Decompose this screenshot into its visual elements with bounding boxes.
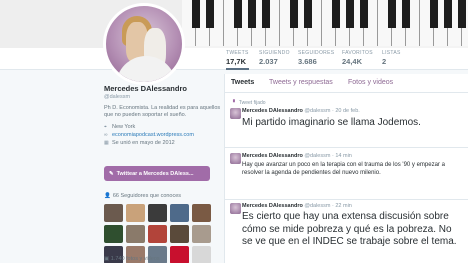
stat-label: TWEETS (226, 50, 249, 56)
tab-tweets[interactable]: Tweets (231, 79, 254, 86)
stat-value: 3.686 (298, 57, 317, 66)
stat-label: FAVORITOS (342, 50, 373, 56)
tab-tweets-replies[interactable]: Tweets y respuestas (269, 79, 333, 86)
tweet-author-name[interactable]: Mercedes DAlessandro (242, 153, 303, 159)
follower-thumbnail[interactable] (170, 246, 189, 263)
banner-image (182, 0, 468, 48)
location-pin-icon: ⌖ (104, 124, 107, 130)
tweet-header: Mercedes DAlessandro @dalessm · 14 min (242, 153, 352, 159)
follower-thumbnail[interactable] (192, 204, 211, 222)
photos-videos-link[interactable]: ▣ 1.740 fotos y videos (104, 256, 160, 262)
piano-black-key (346, 0, 354, 28)
piano-black-key (234, 0, 242, 28)
link-icon: ∞ (104, 132, 108, 138)
tweet[interactable]: Mercedes DAlessandro @dalessm · 14 min H… (225, 148, 468, 200)
stat-followers[interactable]: SEGUIDORES 3.686 (298, 50, 334, 70)
piano-black-key (388, 0, 396, 28)
follower-thumbnail[interactable] (104, 225, 123, 243)
tweet-text: Es cierto que hay una extensa discusión … (242, 211, 457, 247)
timeline: Tweets Tweets y respuestas Fotos y video… (224, 74, 468, 263)
follower-thumbnail[interactable] (104, 204, 123, 222)
joined-row: ▦ Se unió en mayo de 2012 (104, 139, 222, 147)
stat-label: SIGUIENDO (259, 50, 290, 56)
followers-you-know-label: 66 Seguidores que conoces (112, 193, 182, 199)
profile-stats-bar: TWEETS 17,7K SIGUIENDO 2.037 SEGUIDORES … (0, 48, 468, 70)
follower-thumbnail[interactable] (192, 225, 211, 243)
follower-thumbnail[interactable] (126, 225, 145, 243)
stat-value: 24,4K (342, 57, 363, 66)
stat-label: LISTAS (382, 50, 401, 56)
people-icon: 👤 (104, 193, 111, 199)
avatar[interactable] (103, 3, 185, 85)
piano-black-key (304, 0, 312, 28)
tab-photos-videos[interactable]: Fotos y videos (348, 79, 393, 86)
tweet-to-label: Twittear a Mercedes DAless... (116, 170, 194, 177)
profile-name[interactable]: Mercedes DAlessandro (104, 84, 222, 93)
tweet-time[interactable]: · 20 de feb. (332, 108, 360, 114)
tweet-header: Mercedes DAlessandro @dalessm · 22 min (242, 203, 352, 209)
timeline-tabs: Tweets Tweets y respuestas Fotos y video… (225, 74, 468, 93)
piano-black-key (444, 0, 452, 28)
profile-card: Mercedes DAlessandro @dalessm Ph D. Econ… (104, 84, 222, 147)
tweet-text: Hay que avanzar un poco en la terapia co… (242, 162, 445, 176)
piano-black-key (192, 0, 200, 28)
tweet-text: Mi partido imaginario se llama Jodemos. (242, 117, 421, 128)
compose-icon: ✎ (109, 170, 114, 177)
tweet-to-button[interactable]: ✎ Twittear a Mercedes DAless... (104, 166, 210, 181)
profile-banner (0, 0, 468, 48)
stat-value: 2 (382, 57, 387, 66)
tweet[interactable]: Mercedes DAlessandro @dalessm · 20 de fe… (225, 100, 468, 148)
tweet-time[interactable]: · 22 min (332, 203, 352, 209)
tweet-author-name[interactable]: Mercedes DAlessandro (242, 203, 303, 209)
tweet-author-handle[interactable]: @dalessm (304, 108, 330, 114)
followers-you-know[interactable]: 👤 66 Seguidores que conoces (104, 193, 181, 199)
stat-tweets[interactable]: TWEETS 17,7K (226, 50, 249, 70)
tweet-header: Mercedes DAlessandro @dalessm · 20 de fe… (242, 108, 360, 114)
piano-black-key (430, 0, 438, 28)
follower-thumbnail[interactable] (126, 204, 145, 222)
tweet-author-handle[interactable]: @dalessm (304, 153, 330, 159)
tweet[interactable]: Mercedes DAlessandro @dalessm · 22 min E… (225, 200, 468, 263)
profile-location: New York (112, 124, 136, 130)
profile-handle[interactable]: @dalessm (104, 94, 222, 100)
piano-black-key (360, 0, 368, 28)
follower-thumbnail[interactable] (170, 225, 189, 243)
location-row: ⌖ New York (104, 123, 222, 131)
photo-icon: ▣ (104, 256, 110, 262)
piano-black-key (262, 0, 270, 28)
tweet-author-name[interactable]: Mercedes DAlessandro (242, 108, 303, 114)
piano-black-key (458, 0, 466, 28)
stat-following[interactable]: SIGUIENDO 2.037 (259, 50, 290, 70)
piano-black-key (332, 0, 340, 28)
tweet-avatar[interactable] (230, 203, 241, 214)
stat-value: 17,7K (226, 57, 247, 66)
profile-joined: Se unió en mayo de 2012 (112, 140, 175, 146)
piano-black-key (248, 0, 256, 28)
tweet-time[interactable]: · 14 min (332, 153, 352, 159)
website-row: ∞ economiapodcast.wordpress.com (104, 131, 222, 139)
stat-label: SEGUIDORES (298, 50, 335, 56)
stat-value: 2.037 (259, 57, 278, 66)
tweet-avatar[interactable] (230, 108, 241, 119)
piano-black-key (290, 0, 298, 28)
profile-bio: Ph D. Economista. La realidad es para aq… (104, 105, 221, 118)
follower-thumbnail[interactable] (148, 204, 167, 222)
piano-black-key (206, 0, 214, 28)
calendar-icon: ▦ (104, 140, 109, 146)
photos-videos-label: 1.740 fotos y videos (110, 256, 160, 262)
follower-thumbnail[interactable] (170, 204, 189, 222)
piano-black-key (402, 0, 410, 28)
profile-website[interactable]: economiapodcast.wordpress.com (112, 131, 194, 139)
stat-lists[interactable]: LISTAS 2 (382, 50, 401, 70)
profile-meta: ⌖ New York ∞ economiapodcast.wordpress.c… (104, 123, 222, 147)
follower-thumbnail[interactable] (192, 246, 211, 263)
tweet-avatar[interactable] (230, 153, 241, 164)
tweet-author-handle[interactable]: @dalessm (304, 203, 330, 209)
followers-grid (104, 204, 214, 263)
stat-favorites[interactable]: FAVORITOS 24,4K (342, 50, 373, 70)
follower-thumbnail[interactable] (148, 225, 167, 243)
